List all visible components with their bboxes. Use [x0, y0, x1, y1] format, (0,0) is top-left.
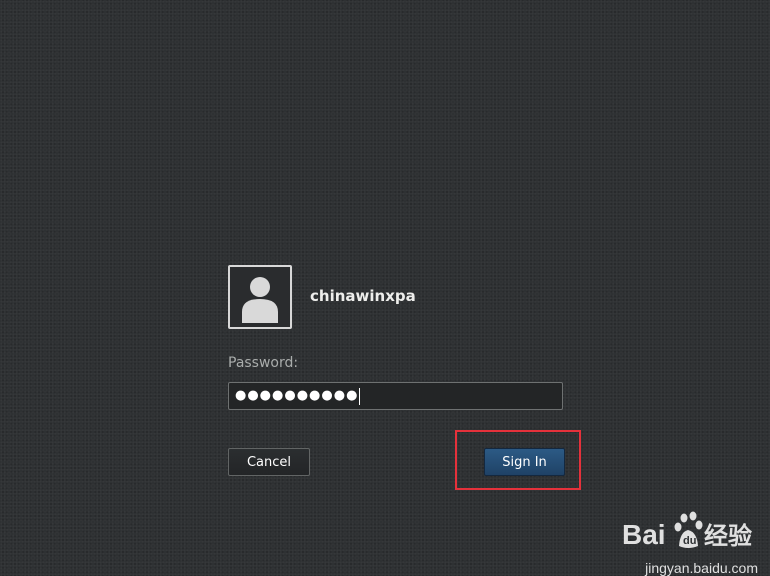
password-value: ●●●●●●●●●● [235, 388, 359, 403]
user-avatar-icon [228, 265, 292, 329]
baidu-paw-icon: Bai 经验 du [622, 511, 752, 550]
user-row: chinawinxpa [228, 265, 566, 329]
svg-text:经验: 经验 [704, 522, 752, 550]
watermark-logo-text: Bai [622, 519, 666, 550]
cancel-button[interactable]: Cancel [228, 448, 310, 476]
login-panel: chinawinxpa Password: ●●●●●●●●●● Cancel … [228, 265, 581, 490]
svg-text:du: du [683, 535, 696, 547]
text-cursor [359, 387, 361, 405]
username-label: chinawinxpa [310, 287, 416, 305]
sign-in-button[interactable]: Sign In [484, 448, 565, 476]
password-label: Password: [228, 355, 299, 371]
password-field[interactable]: ●●●●●●●●●● [228, 382, 563, 410]
watermark-url: jingyan.baidu.com [645, 560, 758, 576]
